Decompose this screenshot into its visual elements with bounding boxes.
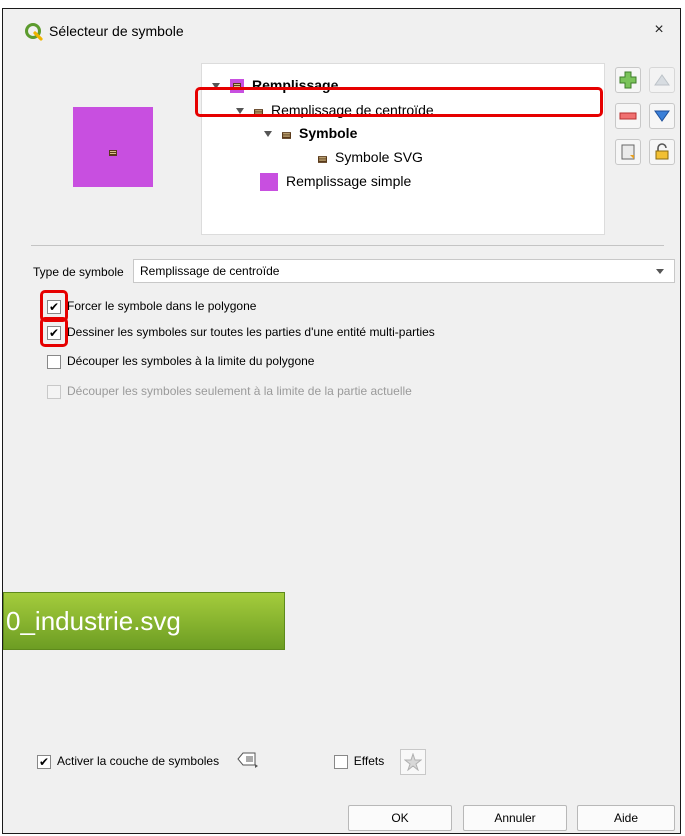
checkbox-enable-layer[interactable]: ✔: [37, 755, 51, 769]
option-clip-current-part: Découper les symboles seulement à la lim…: [47, 382, 412, 400]
minus-icon: [619, 112, 637, 120]
highlight-box: [195, 87, 603, 117]
tree-item-symbole[interactable]: Symbole: [264, 122, 357, 144]
symbol-type-label: Type de symbole: [33, 265, 124, 279]
tree-item-label: Symbole: [299, 125, 358, 141]
fill-swatch-icon: [260, 173, 278, 192]
title-bar: Sélecteur de symbole ×: [3, 9, 680, 53]
svg-marker-icon: [109, 144, 117, 156]
triangle-up-icon: [654, 74, 670, 86]
checkbox-effects[interactable]: [333, 755, 348, 769]
svg-filename-overlay: 0_industrie.svg: [3, 592, 285, 650]
plus-icon: [619, 71, 637, 89]
help-button[interactable]: Aide: [577, 805, 675, 831]
option-clip-polygon[interactable]: Découper les symboles à la limite du pol…: [47, 352, 314, 370]
option-force-inside[interactable]: ✔ Forcer le symbole dans le polygone: [47, 297, 256, 315]
close-button[interactable]: ×: [648, 19, 670, 41]
svg-marker-icon: [282, 123, 291, 145]
expand-caret-icon[interactable]: [264, 131, 272, 138]
remove-layer-button[interactable]: [615, 103, 641, 129]
option-label: Découper les symboles à la limite du pol…: [67, 354, 315, 368]
option-label: Dessiner les symboles sur toutes les par…: [67, 325, 435, 339]
option-label: Découper les symboles seulement à la lim…: [67, 384, 412, 398]
qgis-logo-icon: [25, 23, 43, 41]
highlight-box: [40, 317, 68, 347]
move-down-button[interactable]: [649, 103, 675, 129]
lock-icon: [655, 143, 669, 160]
cancel-button[interactable]: Annuler: [463, 805, 567, 831]
effects-label: Effets: [353, 754, 385, 769]
triangle-down-icon: [654, 110, 670, 122]
add-layer-button[interactable]: [615, 67, 641, 93]
effects-settings-button[interactable]: [399, 749, 426, 775]
tree-item-remplissage-simple[interactable]: Remplissage simple: [260, 170, 411, 192]
checkbox-clip-current-part: [47, 384, 61, 399]
data-defined-icon[interactable]: [236, 750, 260, 774]
chevron-down-icon: [656, 269, 664, 274]
move-up-button[interactable]: [649, 67, 675, 93]
symbol-type-value: Remplissage de centroïde: [140, 264, 280, 278]
enable-layer-row[interactable]: ✔ Activer la couche de symboles Effets: [37, 749, 426, 775]
lock-layer-button[interactable]: [649, 139, 675, 165]
svg-marker-icon: [318, 147, 327, 169]
ok-button[interactable]: OK: [348, 805, 452, 831]
star-icon: [403, 753, 422, 771]
checkbox-clip-polygon[interactable]: [47, 354, 61, 369]
duplicate-layer-button[interactable]: [615, 139, 641, 165]
window-title: Sélecteur de symbole: [49, 23, 184, 39]
duplicate-icon: [621, 144, 635, 160]
tree-item-label: Symbole SVG: [335, 149, 423, 165]
enable-layer-label: Activer la couche de symboles: [57, 754, 220, 769]
symbol-preview: [73, 107, 153, 187]
symbol-type-select[interactable]: Remplissage de centroïde: [133, 259, 675, 283]
option-label: Forcer le symbole dans le polygone: [67, 299, 257, 313]
tree-item-symbole-svg[interactable]: Symbole SVG: [318, 146, 423, 168]
option-all-parts[interactable]: ✔ Dessiner les symboles sur toutes les pa…: [47, 323, 435, 341]
tree-item-label: Remplissage simple: [286, 173, 412, 189]
divider: [31, 245, 664, 246]
symbol-selector-dialog: Sélecteur de symbole × Remplissage Rempl…: [2, 8, 681, 834]
